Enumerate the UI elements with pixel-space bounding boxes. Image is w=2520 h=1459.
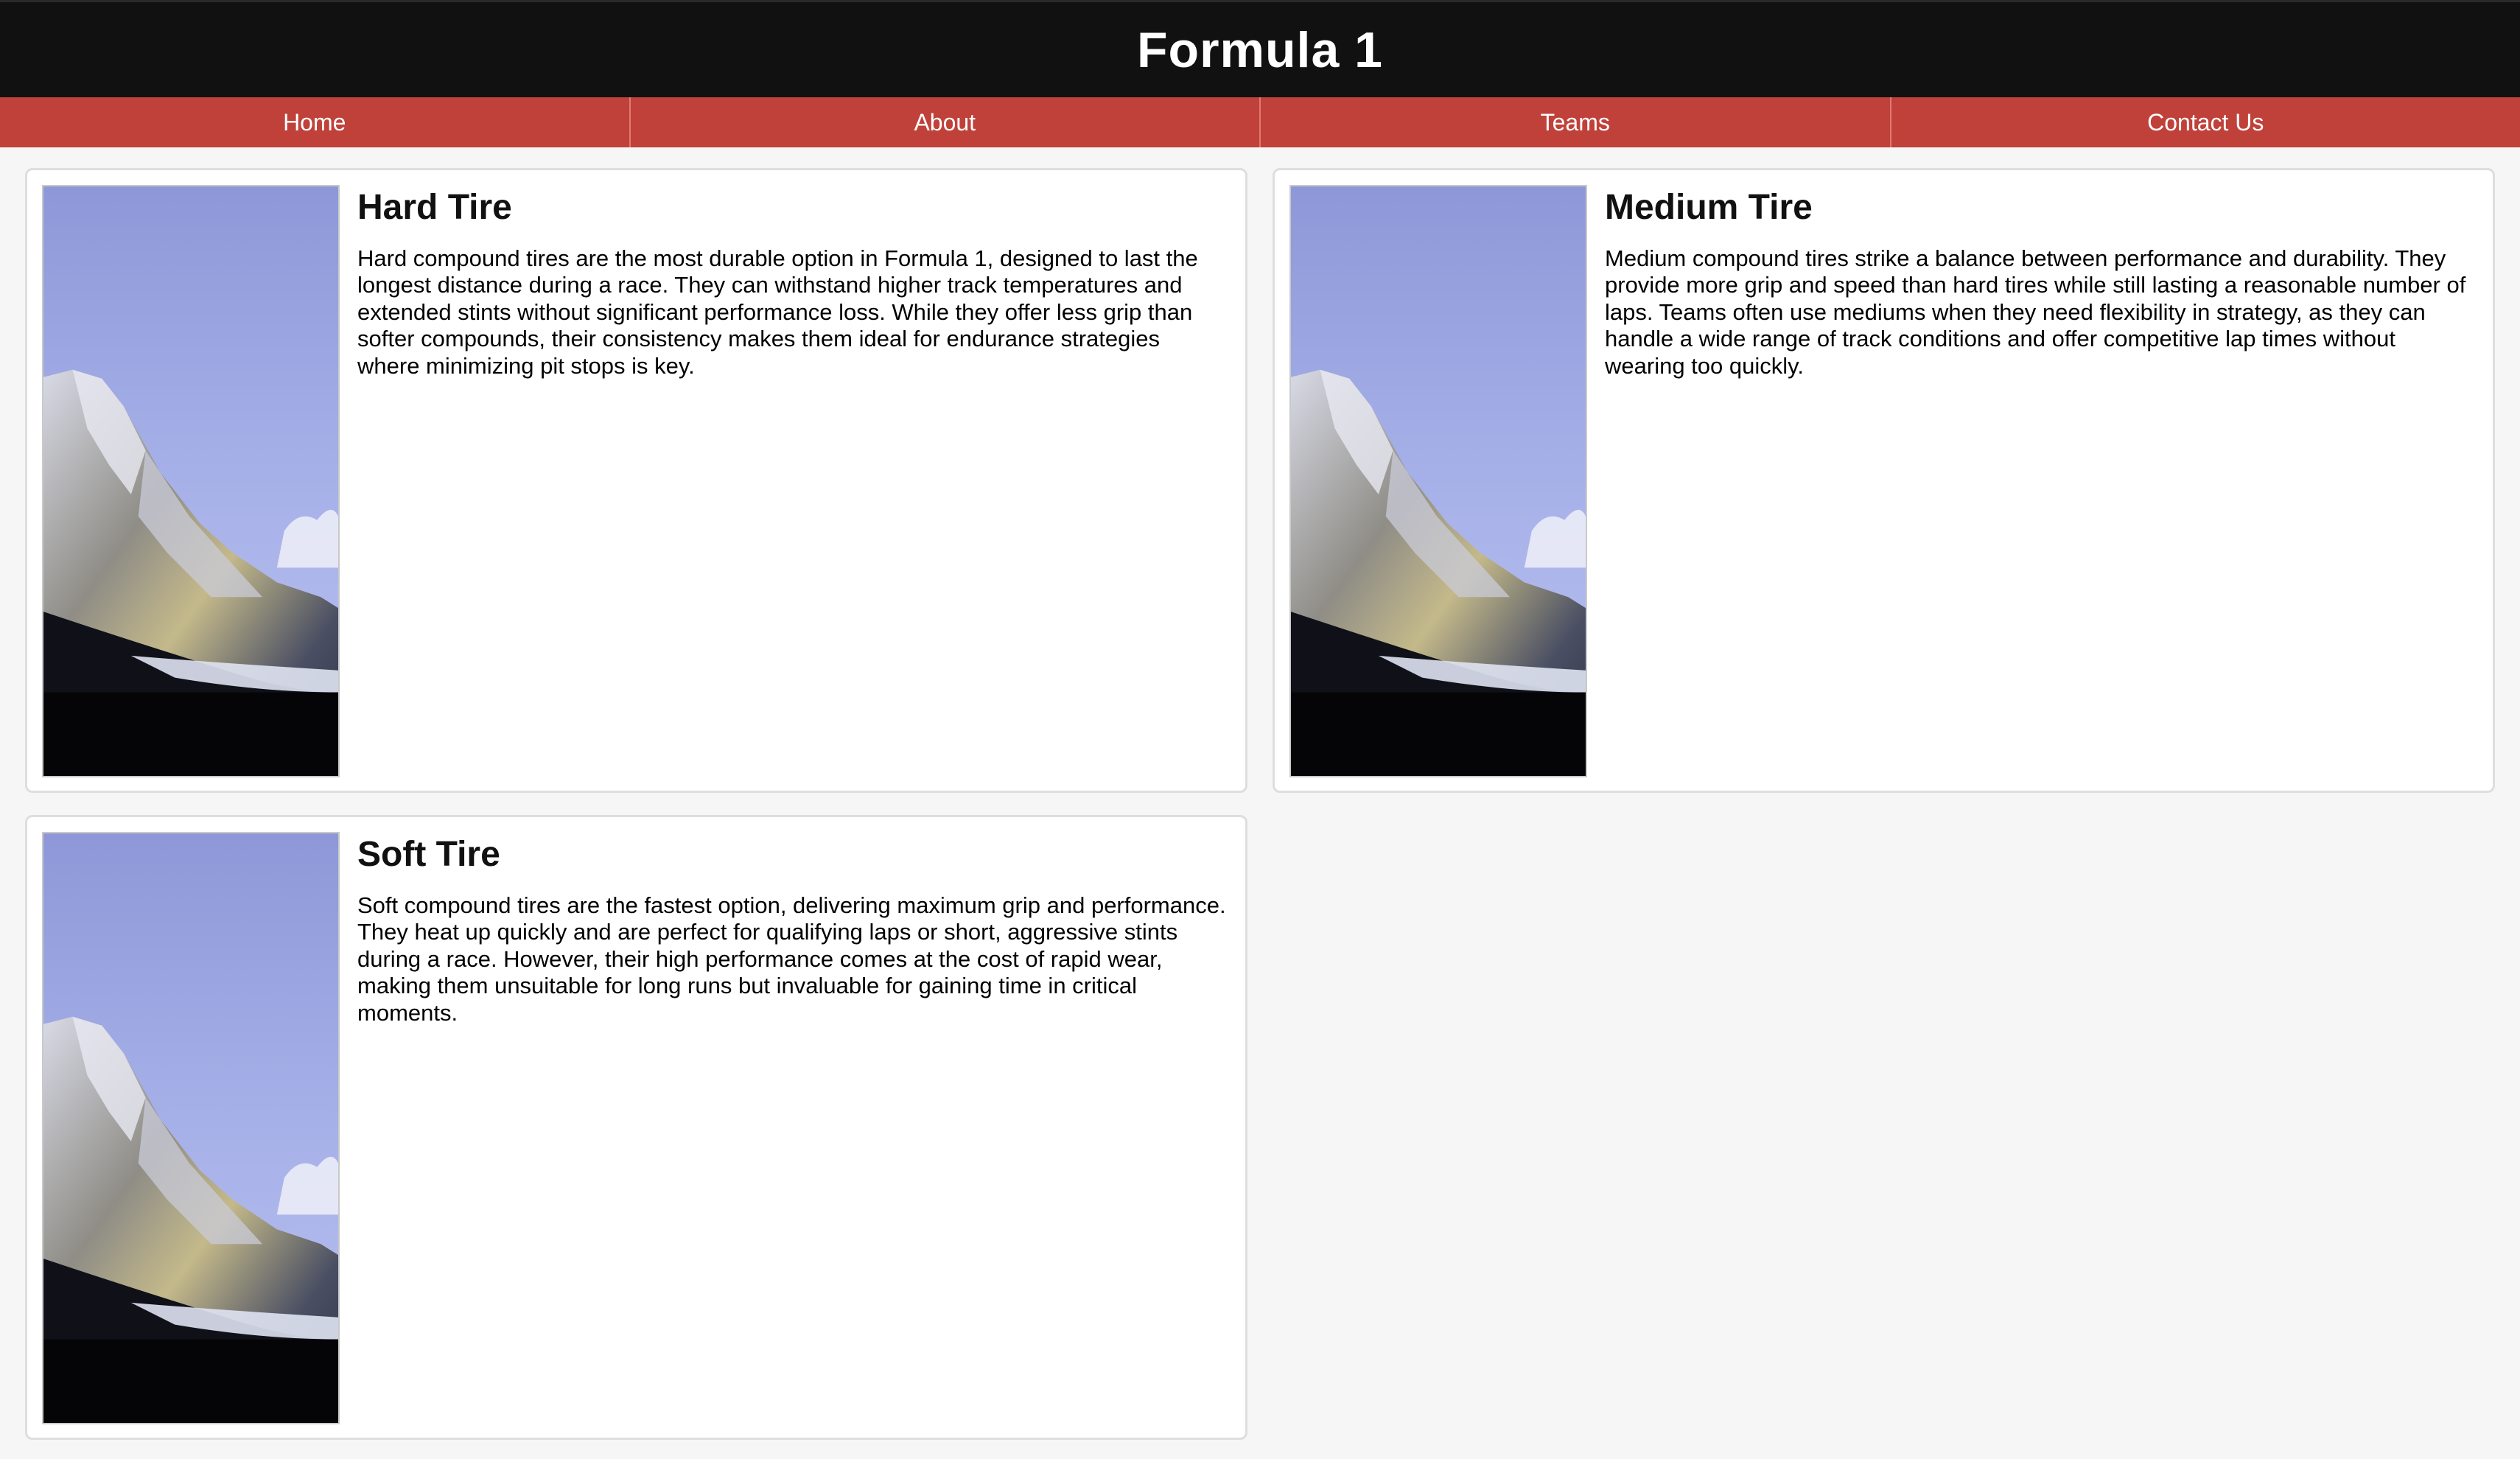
nav-item-contact-us[interactable]: Contact Us: [1891, 97, 2520, 147]
card-description: Soft compound tires are the fastest opti…: [357, 892, 1226, 1026]
tire-card-medium: Medium Tire Medium compound tires strike…: [1273, 168, 2495, 793]
card-content: Soft Tire Soft compound tires are the fa…: [357, 832, 1231, 1026]
mountain-photo: [42, 832, 340, 1424]
nav-item-about[interactable]: About: [631, 97, 1261, 147]
tire-card-hard: Hard Tire Hard compound tires are the mo…: [25, 168, 1247, 793]
card-description: Medium compound tires strike a balance b…: [1605, 245, 2466, 379]
card-title: Hard Tire: [357, 188, 512, 227]
nav-item-home[interactable]: Home: [0, 97, 631, 147]
tire-card-grid: Hard Tire Hard compound tires are the mo…: [25, 168, 2495, 1440]
card-title: Medium Tire: [1605, 188, 1813, 227]
card-content: Hard Tire Hard compound tires are the mo…: [357, 185, 1231, 379]
nav-item-teams[interactable]: Teams: [1261, 97, 1891, 147]
site-header: Formula 1: [0, 0, 2520, 97]
site-title: Formula 1: [1137, 21, 1383, 78]
mountain-photo: [1289, 185, 1587, 777]
tire-card-soft: Soft Tire Soft compound tires are the fa…: [25, 815, 1247, 1440]
mountain-photo: [42, 185, 340, 777]
main-nav: Home About Teams Contact Us: [0, 97, 2520, 147]
card-content: Medium Tire Medium compound tires strike…: [1605, 185, 2478, 379]
card-description: Hard compound tires are the most durable…: [357, 245, 1198, 379]
card-title: Soft Tire: [357, 835, 500, 874]
